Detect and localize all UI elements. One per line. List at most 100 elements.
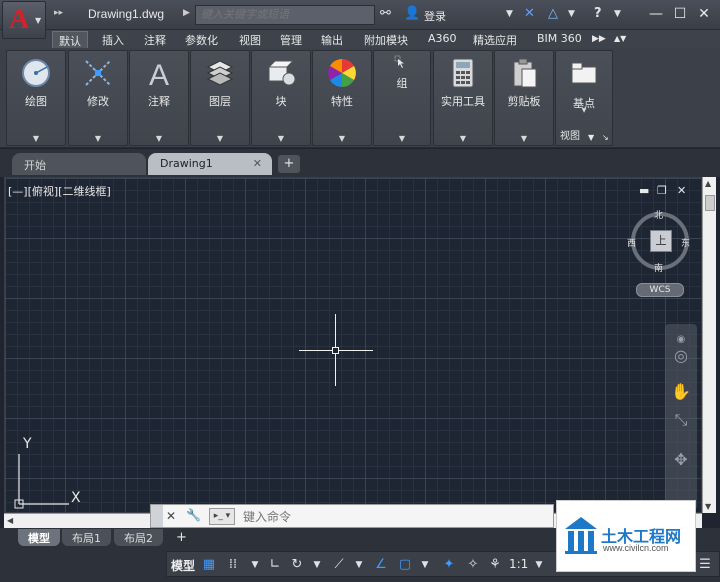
- command-line-grip[interactable]: [151, 505, 163, 527]
- zoom-extents-icon[interactable]: ⤡: [669, 408, 693, 432]
- isometric-icon[interactable]: ⟋: [329, 555, 349, 575]
- command-prompt-icon[interactable]: ▸_ ▾: [209, 508, 235, 525]
- scroll-left-icon[interactable]: ◀: [7, 516, 13, 525]
- tab-featured-apps[interactable]: 精选应用: [467, 31, 523, 48]
- tab-view[interactable]: 视图: [233, 31, 267, 48]
- compass-north[interactable]: 北: [654, 208, 663, 221]
- annotation-scale-icon[interactable]: ⚘: [485, 555, 505, 575]
- viewport-close-icon[interactable]: ✕: [677, 184, 686, 197]
- panel-group[interactable]: 组 ▼: [373, 50, 431, 146]
- chevron-down-icon[interactable]: ▼: [245, 555, 265, 575]
- panel-launcher-icon[interactable]: ↘: [602, 133, 609, 142]
- panel-layers[interactable]: 图层 ▼: [190, 50, 250, 146]
- close-button[interactable]: ✕: [694, 4, 714, 24]
- model-space-toggle[interactable]: 模型: [171, 557, 195, 574]
- tab-insert[interactable]: 插入: [96, 31, 130, 48]
- binoculars-icon[interactable]: ⚯: [380, 6, 391, 21]
- viewport-controls-label[interactable]: [—][俯视][二维线框]: [8, 183, 111, 199]
- tab-bim360[interactable]: BIM 360: [531, 31, 588, 48]
- login-link[interactable]: 登录: [424, 8, 446, 24]
- panel-modify[interactable]: 修改 ▼: [68, 50, 128, 146]
- viewport-minimize-icon[interactable]: ▬: [639, 184, 649, 197]
- autodesk-app-icon[interactable]: △: [548, 6, 558, 21]
- chevron-down-icon[interactable]: ▼: [495, 134, 553, 143]
- compass-east[interactable]: 东: [681, 236, 690, 249]
- annotation-visibility-icon[interactable]: ✦: [439, 555, 459, 575]
- chevron-down-icon[interactable]: ▼: [556, 107, 612, 114]
- grid-icon[interactable]: ▦: [199, 555, 219, 575]
- help-dropdown-icon[interactable]: ▼: [614, 9, 621, 19]
- chevron-down-icon[interactable]: ▼: [434, 134, 492, 143]
- annotation-scale-value[interactable]: 1:1: [509, 557, 528, 571]
- tab-parametric[interactable]: 参数化: [179, 31, 224, 48]
- search-input[interactable]: [195, 5, 375, 25]
- orbit-icon[interactable]: ✥: [669, 448, 693, 472]
- tab-model[interactable]: 模型: [18, 529, 60, 546]
- chevron-down-icon[interactable]: ▼: [529, 555, 549, 575]
- chevron-down-icon[interactable]: ▼: [349, 555, 369, 575]
- login-dropdown-icon[interactable]: ▼: [506, 9, 513, 19]
- application-menu-button[interactable]: A ▼: [2, 1, 46, 39]
- minimize-button[interactable]: —: [646, 4, 666, 24]
- app-dropdown-icon[interactable]: ▼: [568, 9, 575, 19]
- object-snap-tracking-icon[interactable]: ∠: [371, 555, 391, 575]
- add-layout-button[interactable]: +: [166, 529, 197, 546]
- chevron-down-icon[interactable]: ▼: [307, 555, 327, 575]
- tab-start[interactable]: 开始: [12, 153, 146, 175]
- wcs-menu-button[interactable]: WCS: [636, 283, 684, 297]
- chevron-down-icon[interactable]: ▼: [374, 134, 430, 143]
- tab-manage[interactable]: 管理: [274, 31, 308, 48]
- tab-addins[interactable]: 附加模块: [358, 31, 414, 48]
- chevron-down-icon[interactable]: ▼: [415, 555, 435, 575]
- auto-scale-icon[interactable]: ✧: [463, 555, 483, 575]
- steering-wheel-icon[interactable]: ◎: [669, 344, 693, 368]
- exchange-icon[interactable]: ✕: [524, 6, 535, 21]
- panel-view[interactable]: 基点 ▼ 视图 ▼ ↘: [555, 50, 613, 146]
- polar-icon[interactable]: ↻: [287, 555, 307, 575]
- view-panel-title[interactable]: 视图: [560, 127, 580, 142]
- panel-properties[interactable]: 特性 ▼: [312, 50, 372, 146]
- panel-utilities[interactable]: 实用工具 ▼: [433, 50, 493, 146]
- drawing-canvas[interactable]: [—][俯视][二维线框] ▬ ❐ ✕ 上 北 南 东 西 WCS ◉ ◎ ✋ …: [4, 177, 702, 513]
- panel-draw[interactable]: 绘图 ▼: [6, 50, 66, 146]
- chevron-down-icon[interactable]: ▼: [588, 133, 594, 142]
- vertical-scrollbar[interactable]: ▲ ▼: [702, 177, 716, 513]
- pan-hand-icon[interactable]: ✋: [669, 380, 693, 404]
- tab-output[interactable]: 输出: [315, 31, 349, 48]
- chevron-down-icon[interactable]: ▼: [313, 134, 371, 143]
- tab-home[interactable]: 默认: [52, 31, 88, 48]
- quick-access-expand-icon[interactable]: ▸▸: [54, 8, 63, 18]
- snap-icon[interactable]: ⁞⁞: [223, 555, 243, 575]
- close-tab-icon[interactable]: ✕: [253, 157, 262, 170]
- chevron-down-icon[interactable]: ▼: [252, 134, 310, 143]
- panel-clipboard[interactable]: 剪贴板 ▼: [494, 50, 554, 146]
- help-icon[interactable]: ?: [594, 6, 602, 21]
- panel-annotation[interactable]: A 注释 ▼: [129, 50, 189, 146]
- tab-layout2[interactable]: 布局2: [114, 529, 163, 546]
- scroll-up-icon[interactable]: ▲: [705, 179, 711, 188]
- tab-layout1[interactable]: 布局1: [62, 529, 111, 546]
- tab-drawing1[interactable]: Drawing1 ✕: [148, 153, 272, 175]
- chevron-down-icon[interactable]: ▼: [191, 134, 249, 143]
- new-tab-button[interactable]: +: [278, 155, 300, 173]
- compass-south[interactable]: 南: [654, 261, 663, 274]
- viewport-restore-icon[interactable]: ❐: [657, 184, 667, 197]
- chevron-down-icon[interactable]: ▼: [7, 134, 65, 143]
- close-icon[interactable]: ✕: [166, 509, 176, 523]
- scroll-thumb[interactable]: [705, 195, 715, 211]
- wrench-icon[interactable]: 🔧: [186, 508, 201, 522]
- viewcube-top-face[interactable]: 上: [650, 230, 672, 252]
- tab-annotate[interactable]: 注释: [138, 31, 172, 48]
- scroll-down-icon[interactable]: ▼: [705, 502, 711, 511]
- chevron-down-icon[interactable]: ▼: [130, 134, 188, 143]
- customization-menu-icon[interactable]: ☰: [695, 555, 715, 575]
- chevron-down-icon[interactable]: ▼: [69, 134, 127, 143]
- compass-west[interactable]: 西: [627, 236, 636, 249]
- tab-a360[interactable]: A360: [422, 31, 463, 48]
- maximize-button[interactable]: ☐: [670, 4, 690, 24]
- object-snap-icon[interactable]: ▢: [395, 555, 415, 575]
- command-input[interactable]: [243, 508, 543, 525]
- viewcube[interactable]: 上 北 南 东 西: [627, 211, 690, 274]
- user-icon[interactable]: 👤: [404, 6, 420, 21]
- ortho-icon[interactable]: ∟: [265, 555, 285, 575]
